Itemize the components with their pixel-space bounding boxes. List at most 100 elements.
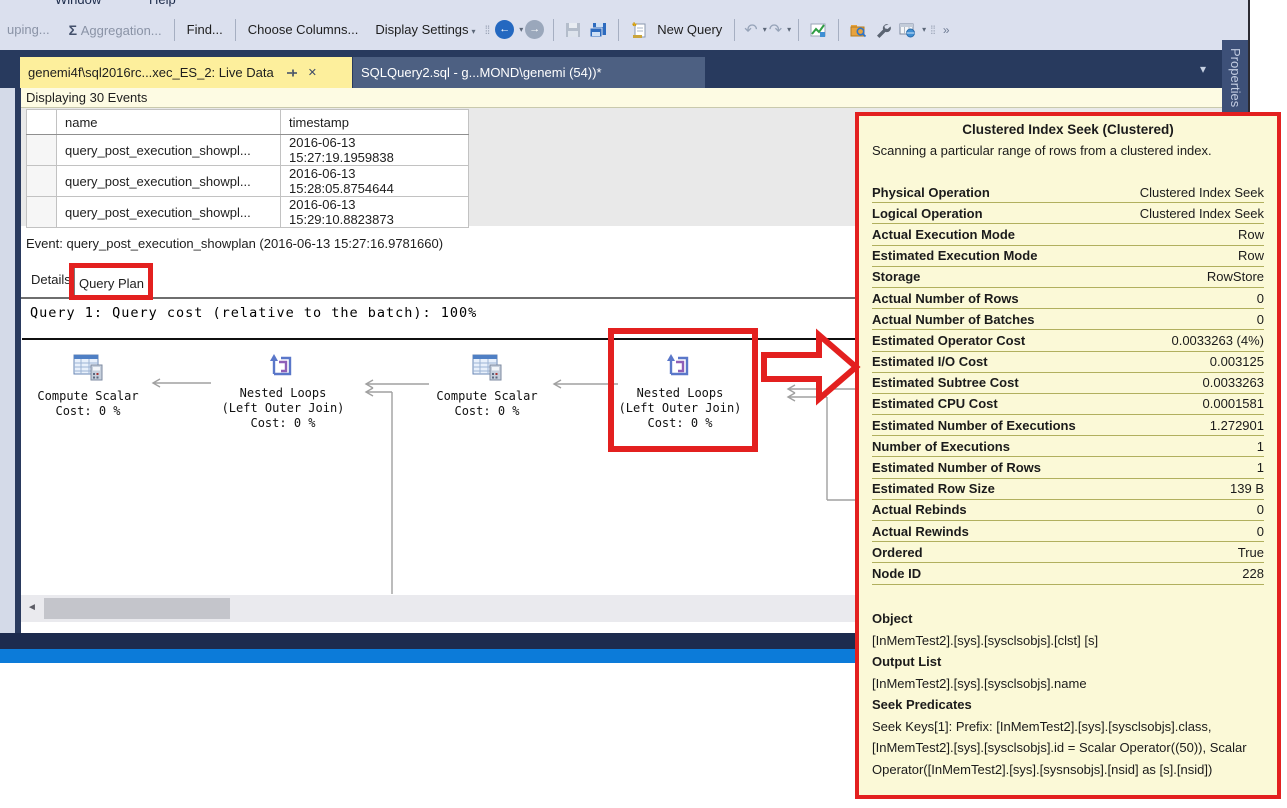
column-header-timestamp[interactable]: timestamp: [281, 110, 469, 135]
find-in-files-button[interactable]: [850, 22, 867, 38]
property-label: Estimated Subtree Cost: [872, 375, 1019, 390]
redo-dropdown-icon[interactable]: ▾: [787, 25, 791, 34]
toolbar: uping... Σ Aggregation... Find... Choose…: [0, 9, 1248, 50]
navigate-forward-button[interactable]: →: [525, 20, 544, 39]
row-selector[interactable]: [27, 135, 57, 166]
back-dropdown-icon[interactable]: ▾: [519, 25, 523, 34]
property-label: Physical Operation: [872, 185, 990, 200]
tooltip-row: Number of Executions1: [872, 436, 1264, 457]
tab-list-dropdown-icon[interactable]: ▾: [1200, 62, 1206, 76]
property-label: Storage: [872, 269, 920, 284]
tooltip-row: Actual Number of Batches0: [872, 309, 1264, 330]
property-label: Estimated Number of Rows: [872, 460, 1041, 475]
property-value: 0: [1257, 291, 1264, 306]
aggregation-button[interactable]: Σ Aggregation...: [69, 22, 162, 38]
node-subtitle: (Left Outer Join): [199, 401, 367, 416]
property-value: 0.003125: [1210, 354, 1264, 369]
events-grid: name timestamp query_post_execution_show…: [26, 109, 469, 228]
choose-columns-button[interactable]: Choose Columns...: [248, 22, 359, 37]
plan-node-compute-scalar-2[interactable]: Compute Scalar Cost: 0 %: [415, 389, 559, 419]
compute-scalar-icon[interactable]: [72, 352, 104, 382]
toolbar-separator: [174, 19, 175, 41]
navigate-back-button[interactable]: ←: [495, 20, 514, 39]
tooltip-row: Actual Number of Rows 0: [872, 288, 1264, 309]
tab-details[interactable]: Details: [31, 272, 71, 287]
annotation-arrow: [758, 324, 862, 410]
tooltip-row: Estimated Row Size139 B: [872, 479, 1264, 500]
cell-timestamp[interactable]: 2016-06-13 15:28:05.8754644: [281, 166, 469, 197]
property-value: 228: [1242, 566, 1264, 581]
tooltip-title: Clustered Index Seek (Clustered): [859, 122, 1277, 137]
cell-name[interactable]: query_post_execution_showpl...: [57, 135, 281, 166]
property-value: Row: [1238, 227, 1264, 242]
redo-icon: ↷: [769, 22, 782, 39]
table-view-button[interactable]: [899, 22, 915, 38]
find-button[interactable]: Find...: [187, 22, 223, 37]
scrollbar-thumb[interactable]: [44, 598, 230, 619]
cell-name[interactable]: query_post_execution_showpl...: [57, 166, 281, 197]
nested-loops-icon[interactable]: [267, 350, 297, 380]
annotation-box-query-plan-tab: [69, 263, 153, 300]
options-button[interactable]: [875, 22, 891, 38]
section-header-object: Object: [872, 608, 1264, 630]
section-text-object: [InMemTest2].[sys].[sysclsobjs].[clst] […: [872, 630, 1264, 652]
plan-node-compute-scalar-1[interactable]: Compute Scalar Cost: 0 %: [16, 389, 160, 419]
pin-icon[interactable]: [286, 67, 298, 79]
grouping-button[interactable]: uping...: [7, 22, 50, 37]
ssms-window: Window Help uping... Σ Aggregation... Fi…: [0, 0, 1287, 808]
table-view-dropdown-icon[interactable]: ▾: [922, 25, 926, 34]
property-label: Logical Operation: [872, 206, 983, 221]
cell-timestamp[interactable]: 2016-06-13 15:27:19.1959838: [281, 135, 469, 166]
row-selector[interactable]: [27, 166, 57, 197]
close-icon[interactable]: ✕: [308, 66, 317, 79]
left-gutter: [0, 88, 15, 633]
property-label: Actual Number of Batches: [872, 312, 1035, 327]
scroll-left-icon[interactable]: ◄: [27, 602, 37, 613]
plan-node-nested-loops-1[interactable]: Nested Loops (Left Outer Join) Cost: 0 %: [199, 386, 367, 431]
execution-plan-button[interactable]: [810, 22, 827, 38]
save-button[interactable]: [565, 22, 581, 38]
menu-window[interactable]: Window: [55, 0, 101, 7]
save-all-button[interactable]: [589, 22, 607, 38]
back-arrow-icon: ←: [499, 24, 510, 35]
undo-dropdown-icon[interactable]: ▾: [763, 25, 767, 34]
tooltip-row: Storage RowStore: [872, 267, 1264, 288]
property-label: Actual Rebinds: [872, 502, 967, 517]
execution-plan-icon: [810, 22, 827, 38]
tab-live-data-label: genemi4f\sql2016rc...xec_ES_2: Live Data: [28, 65, 274, 80]
toolbar-separator: [618, 19, 619, 41]
tab-live-data[interactable]: genemi4f\sql2016rc...xec_ES_2: Live Data…: [20, 57, 352, 88]
tab-sqlquery2[interactable]: SQLQuery2.sql - g...MOND\genemi (54))*: [353, 57, 705, 88]
property-label: Actual Execution Mode: [872, 227, 1015, 242]
new-query-button[interactable]: New Query: [657, 22, 722, 37]
undo-button[interactable]: ↶: [744, 20, 757, 40]
redo-button[interactable]: ↷: [769, 20, 782, 40]
toolbar-grip[interactable]: ⁞⁞: [930, 23, 935, 37]
property-label: Ordered: [872, 545, 923, 560]
menu-help[interactable]: Help: [149, 0, 176, 7]
query-cost-header: Query 1: Query cost (relative to the bat…: [30, 305, 477, 321]
node-title: Compute Scalar: [16, 389, 160, 404]
property-label: Actual Number of Rows: [872, 291, 1019, 306]
cell-name[interactable]: query_post_execution_showpl...: [57, 197, 281, 228]
toolbar-overflow[interactable]: »: [943, 23, 949, 37]
compute-scalar-icon[interactable]: [471, 352, 503, 382]
property-value: RowStore: [1207, 269, 1264, 284]
toolbar-separator: [838, 19, 839, 41]
tooltip-row: Node ID228: [872, 563, 1264, 584]
table-row[interactable]: query_post_execution_showpl... 2016-06-1…: [27, 197, 469, 228]
grid-corner-cell[interactable]: [27, 110, 57, 135]
row-selector[interactable]: [27, 197, 57, 228]
table-row[interactable]: query_post_execution_showpl... 2016-06-1…: [27, 135, 469, 166]
toolbar-grip[interactable]: ⁞⁞: [485, 23, 490, 37]
section-header-seek-predicates: Seek Predicates: [872, 694, 1264, 716]
cell-timestamp[interactable]: 2016-06-13 15:29:10.8823873: [281, 197, 469, 228]
display-settings-button[interactable]: Display Settings▾: [375, 22, 475, 37]
events-status-bar: Displaying 30 Events: [21, 88, 1247, 108]
property-label: Estimated Number of Executions: [872, 418, 1076, 433]
table-row[interactable]: query_post_execution_showpl... 2016-06-1…: [27, 166, 469, 197]
section-text-output-list: [InMemTest2].[sys].[sysclsobjs].name: [872, 673, 1264, 695]
property-value: 1: [1257, 439, 1264, 454]
property-value: Clustered Index Seek: [1140, 206, 1264, 221]
column-header-name[interactable]: name: [57, 110, 281, 135]
